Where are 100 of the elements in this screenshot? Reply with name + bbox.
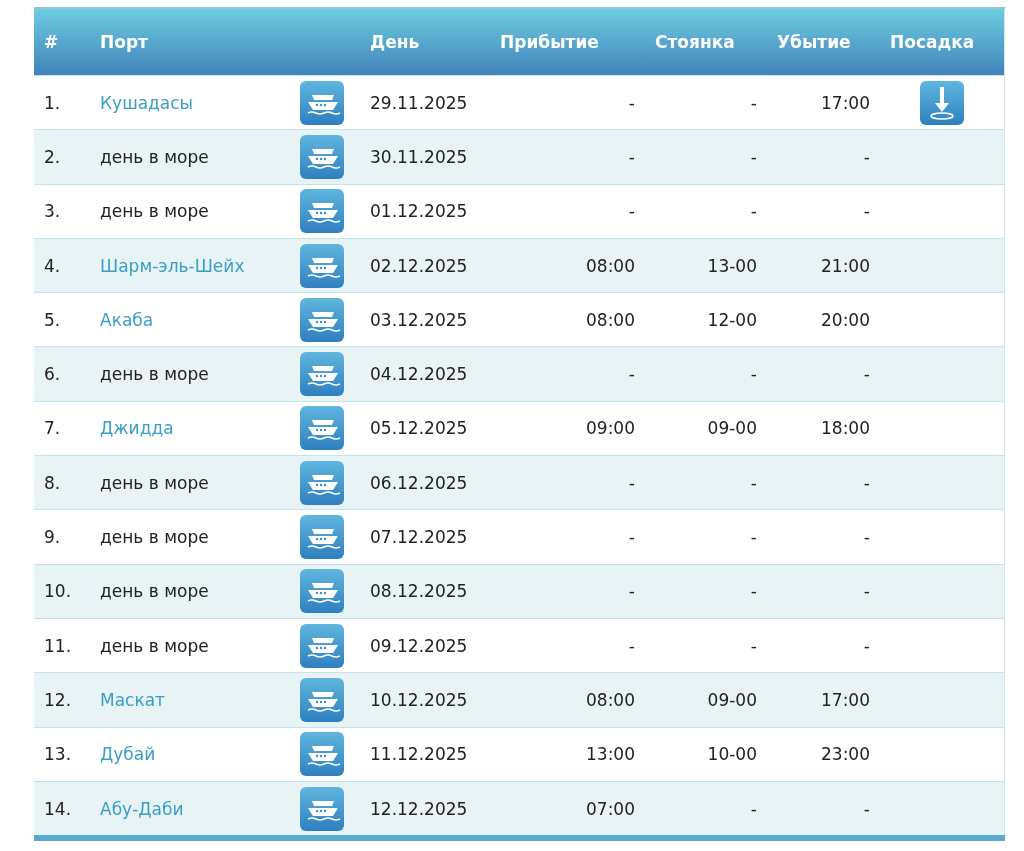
date-text: 04.12.2025	[370, 364, 468, 385]
ship-icon[interactable]	[300, 515, 344, 559]
row-number: 2.	[44, 146, 61, 167]
ship-icon[interactable]	[300, 134, 344, 179]
date-text: 08.12.2025	[370, 581, 468, 602]
stay-time: 10-00	[707, 744, 757, 765]
date-text: 09.12.2025	[370, 635, 468, 656]
row-number: 1.	[44, 92, 61, 113]
arrival-time: 13:00	[586, 744, 635, 765]
departure-time: 21:00	[821, 255, 870, 276]
column-header: День	[360, 8, 490, 76]
row-number: 6.	[44, 364, 61, 385]
row-number: 12.	[44, 689, 72, 710]
ship-icon[interactable]	[300, 352, 344, 397]
row-number: 4.	[44, 255, 61, 276]
port-name: день в море	[100, 581, 209, 602]
departure-time: 17:00	[821, 92, 870, 113]
date-text: 12.12.2025	[370, 798, 468, 819]
port-link[interactable]: Акаба	[100, 309, 154, 330]
port-link[interactable]: Дубай	[100, 744, 156, 765]
departure-time: -	[863, 635, 870, 656]
date-text: 05.12.2025	[370, 418, 468, 439]
arrival-time: 08:00	[586, 309, 635, 330]
ship-icon[interactable]	[300, 732, 344, 777]
departure-time: -	[863, 364, 870, 385]
port-name: день в море	[100, 364, 209, 385]
arrival-time: -	[628, 581, 635, 602]
arrival-time: 08:00	[586, 255, 635, 276]
port-link[interactable]: Джидда	[100, 418, 174, 439]
arrival-time: -	[628, 92, 635, 113]
date-text: 02.12.2025	[370, 255, 468, 276]
date-text: 11.12.2025	[370, 744, 468, 765]
row-number: 13.	[44, 744, 72, 765]
arrival-time: 09:00	[586, 418, 635, 439]
ship-icon[interactable]	[300, 297, 344, 342]
departure-time: -	[863, 798, 870, 819]
departure-time: -	[863, 146, 870, 167]
departure-time: 18:00	[821, 418, 870, 439]
ship-icon[interactable]	[300, 623, 344, 668]
port-name: день в море	[100, 635, 209, 656]
port-link[interactable]: Абу-Даби	[100, 798, 184, 819]
stay-time: -	[750, 635, 757, 656]
date-text: 30.11.2025	[370, 146, 468, 167]
column-header: Прибытие	[490, 8, 645, 76]
ship-icon[interactable]	[300, 677, 344, 722]
departure-time: 23:00	[821, 744, 870, 765]
ship-icon[interactable]	[300, 189, 344, 234]
ship-icon[interactable]	[300, 786, 344, 831]
arrival-time: -	[628, 364, 635, 385]
arrival-time: -	[628, 635, 635, 656]
departure-time: -	[863, 472, 870, 493]
stay-time: 09-00	[707, 689, 757, 710]
ship-icon[interactable]	[300, 460, 344, 505]
arrival-time: 07:00	[586, 798, 635, 819]
stay-time: -	[750, 364, 757, 385]
date-text: 29.11.2025	[370, 92, 468, 113]
arrival-time: -	[628, 146, 635, 167]
ship-icon[interactable]	[300, 569, 344, 614]
stay-time: -	[750, 798, 757, 819]
port-link[interactable]: Маскат	[100, 689, 166, 710]
column-header: Стоянка	[645, 8, 767, 76]
departure-time: -	[863, 201, 870, 222]
stay-time: 09-00	[707, 418, 757, 439]
port-name: день в море	[100, 201, 209, 222]
stay-time: -	[750, 472, 757, 493]
stay-time: -	[750, 146, 757, 167]
stay-time: -	[750, 527, 757, 547]
row-number: 14.	[44, 798, 72, 819]
port-link[interactable]: Кушадасы	[100, 92, 194, 113]
stay-time: -	[750, 92, 757, 113]
stay-time: 13-00	[707, 255, 757, 276]
date-text: 10.12.2025	[370, 689, 468, 710]
row-number: 9.	[44, 527, 61, 547]
column-header: #	[34, 8, 90, 76]
departure-time: -	[863, 527, 870, 547]
ship-icon[interactable]	[300, 243, 344, 288]
ship-icon[interactable]	[300, 80, 344, 125]
row-number: 7.	[44, 418, 61, 439]
date-text: 06.12.2025	[370, 472, 468, 493]
stay-time: -	[750, 201, 757, 222]
row-number: 11.	[44, 635, 72, 656]
arrival-time: -	[628, 472, 635, 493]
date-text: 01.12.2025	[370, 201, 468, 222]
date-text: 07.12.2025	[370, 527, 468, 547]
column-header: Посадка	[880, 8, 1005, 76]
departure-time: -	[863, 581, 870, 602]
departure-time: 20:00	[821, 309, 870, 330]
arrival-time: -	[628, 201, 635, 222]
column-header: Порт	[90, 8, 360, 76]
ship-icon[interactable]	[300, 406, 344, 451]
date-text: 03.12.2025	[370, 309, 468, 330]
row-number: 3.	[44, 201, 61, 222]
arrival-time: 08:00	[586, 689, 635, 710]
port-name: день в море	[100, 472, 209, 493]
port-name: день в море	[100, 146, 209, 167]
port-name: день в море	[100, 527, 209, 547]
row-number: 10.	[44, 581, 72, 602]
column-header: Убытие	[767, 8, 880, 76]
row-number: 5.	[44, 309, 61, 330]
row-number: 8.	[44, 472, 61, 493]
